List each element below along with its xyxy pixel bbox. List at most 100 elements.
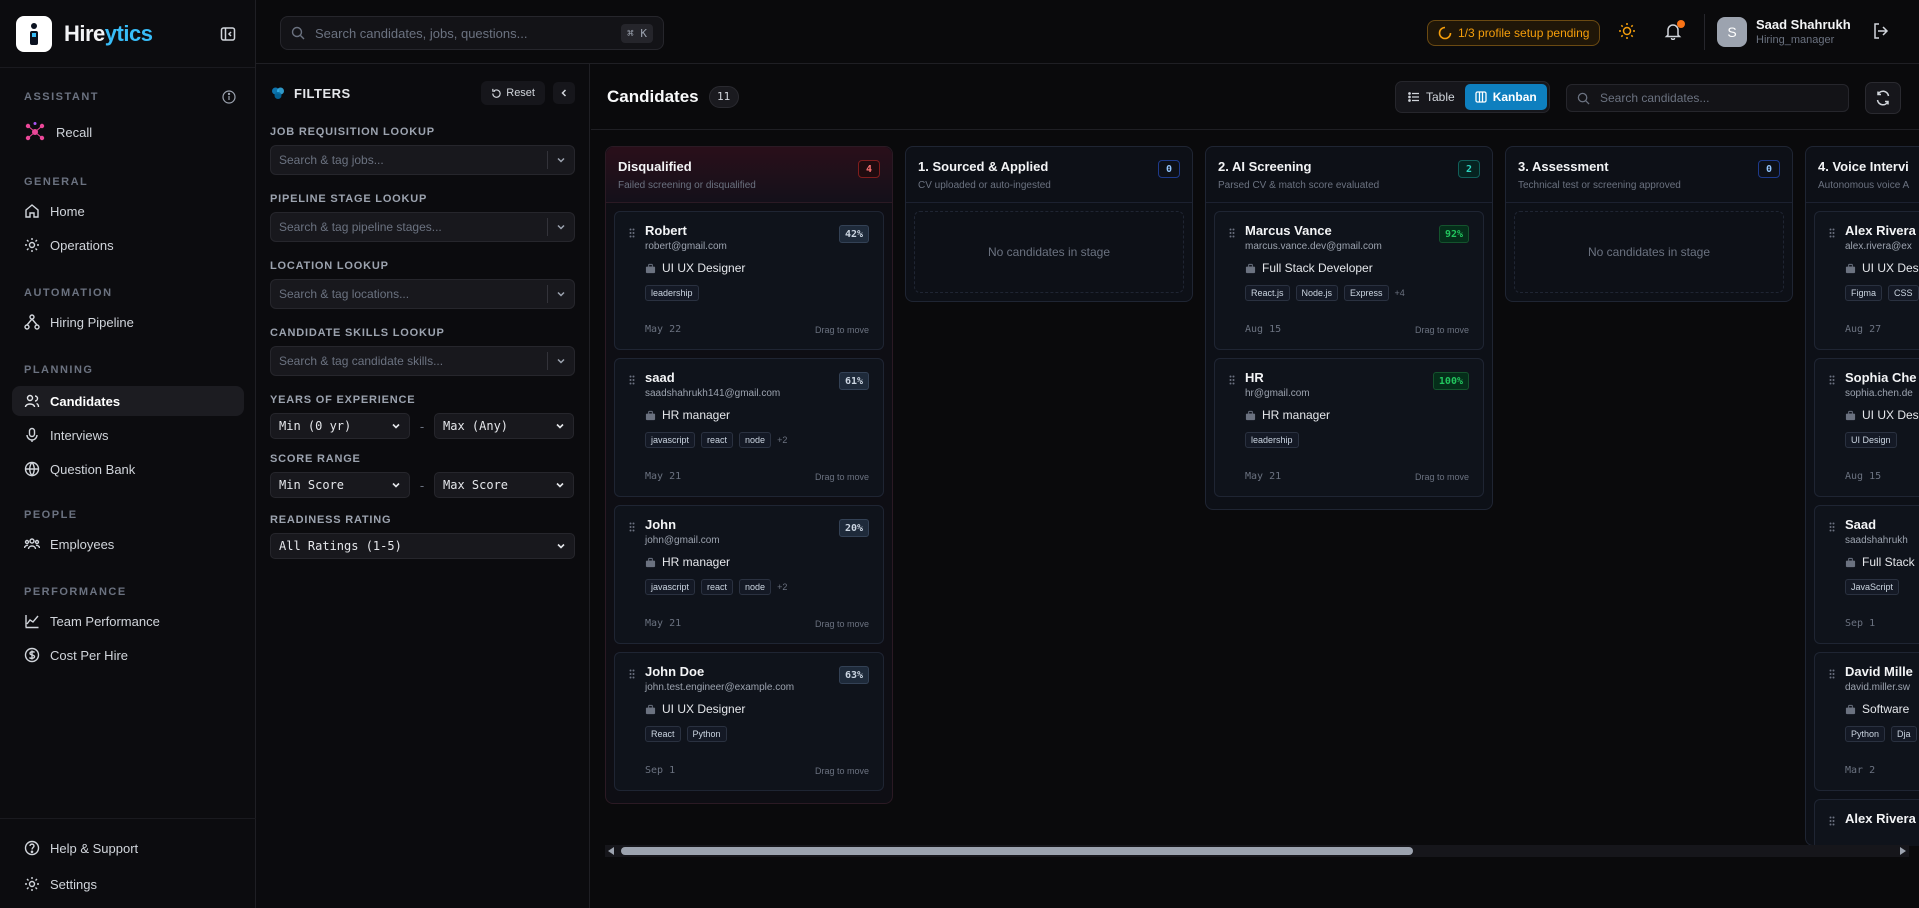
logo-icon[interactable] xyxy=(16,15,52,52)
drag-handle-icon[interactable] xyxy=(1829,522,1835,532)
candidate-card[interactable]: saad saadshahrukh141@gmail.com HR manager j… xyxy=(614,358,884,497)
logout-icon[interactable] xyxy=(1872,22,1890,43)
drag-handle-icon[interactable] xyxy=(1829,228,1835,238)
info-icon[interactable] xyxy=(222,90,236,104)
profile-setup-pill[interactable]: 1/3 profile setup pending xyxy=(1427,20,1601,46)
reset-button[interactable]: Reset xyxy=(481,81,545,105)
sidebar-divider xyxy=(0,818,256,819)
horizontal-scrollbar[interactable] xyxy=(605,845,1909,857)
empty-stage-dropzone[interactable]: No candidates in stage xyxy=(1514,211,1784,293)
briefcase-icon xyxy=(645,263,656,273)
candidate-email: sophia.chen.de xyxy=(1845,388,1913,399)
range-separator: - xyxy=(419,477,425,493)
candidate-card[interactable]: HR hr@gmail.com HR manager leadership May 21… xyxy=(1214,358,1484,497)
candidate-role: HR manager xyxy=(645,408,871,422)
candidate-card[interactable]: John Doe john.test.engineer@example.com UI… xyxy=(614,652,884,791)
sidebar-item-recall[interactable]: Recall xyxy=(12,117,244,147)
search-icon xyxy=(291,26,305,40)
candidate-role: UI UX Designer xyxy=(645,702,871,716)
sidebar-item-question-bank[interactable]: Question Bank xyxy=(12,454,244,484)
spinner-icon xyxy=(1438,26,1452,40)
kanban-column: 2. AI Screening Parsed CV & match score e… xyxy=(1205,146,1493,510)
sidebar-item-operations[interactable]: Operations xyxy=(12,230,244,260)
sidebar-item-help[interactable]: Help & Support xyxy=(12,833,244,863)
column-header: 1. Sourced & Applied CV uploaded or auto-… xyxy=(906,147,1192,203)
sidebar-item-home[interactable]: Home xyxy=(12,196,244,226)
refresh-button[interactable] xyxy=(1865,82,1901,114)
scrollbar-thumb[interactable] xyxy=(621,847,1413,855)
column-count-badge: 2 xyxy=(1458,160,1480,178)
sidebar-item-label: Home xyxy=(50,203,85,219)
shortcut-badge: ⌘ K xyxy=(621,23,653,43)
skill-tags: javascript react node +2 xyxy=(645,579,871,595)
user-name: Saad Shahrukh xyxy=(1756,17,1851,32)
sidebar: Hireytics ASSISTANT Recall GENERAL Home … xyxy=(0,0,256,908)
experience-max-select[interactable]: Max (Any) xyxy=(434,413,574,439)
theme-toggle-sun-icon[interactable] xyxy=(1618,22,1636,43)
candidate-role-label: UI UX Designer xyxy=(662,702,746,716)
candidate-card[interactable]: David Mille david.miller.sw Software Python… xyxy=(1814,652,1919,791)
candidate-card[interactable]: Alex Rivera alex.rivera@ex UI UX Des Figma C… xyxy=(1814,211,1919,350)
drag-handle-icon[interactable] xyxy=(629,228,635,238)
drag-handle-icon[interactable] xyxy=(1829,375,1835,385)
candidate-role-label: HR manager xyxy=(662,555,731,569)
main-content: Candidates 11 Table Kanban Search candid… xyxy=(591,64,1919,908)
drag-handle-icon[interactable] xyxy=(629,375,635,385)
column-subtitle: Parsed CV & match score evaluated xyxy=(1218,180,1380,191)
skill-tag: Python xyxy=(1845,726,1886,742)
scroll-left-arrow-icon[interactable] xyxy=(608,847,614,855)
collapse-filters-button[interactable] xyxy=(553,82,575,104)
candidate-card[interactable]: Marcus Vance marcus.vance.dev@gmail.com Fu… xyxy=(1214,211,1484,350)
sidebar-item-cost-per-hire[interactable]: Cost Per Hire xyxy=(12,640,244,670)
candidate-search-input[interactable]: Search candidates... xyxy=(1566,84,1849,112)
briefcase-icon xyxy=(1245,263,1256,273)
readiness-select[interactable]: All Ratings (1-5) xyxy=(270,533,575,559)
refresh-icon xyxy=(1876,90,1890,106)
view-table-button[interactable]: Table xyxy=(1398,84,1465,110)
view-kanban-button[interactable]: Kanban xyxy=(1464,84,1547,110)
candidate-role-label: UI UX Des xyxy=(1862,408,1919,422)
skills-lookup-input[interactable]: Search & tag candidate skills... xyxy=(270,346,575,376)
sidebar-item-employees[interactable]: Employees xyxy=(12,529,244,559)
brand-name: Hireytics xyxy=(64,20,153,46)
drag-handle-icon[interactable] xyxy=(1229,228,1235,238)
global-search-input[interactable]: Search candidates, jobs, questions... ⌘ … xyxy=(280,16,664,50)
section-label-automation: AUTOMATION xyxy=(24,287,113,299)
sidebar-item-interviews[interactable]: Interviews xyxy=(12,420,244,450)
experience-max-value: Max (Any) xyxy=(443,419,509,433)
collapse-sidebar-icon[interactable] xyxy=(217,23,239,45)
sidebar-item-team-performance[interactable]: Team Performance xyxy=(12,606,244,636)
column-header: 4. Voice Intervi Autonomous voice A xyxy=(1806,147,1919,203)
kanban-column: 1. Sourced & Applied CV uploaded or auto-… xyxy=(905,146,1193,302)
candidate-role: Software xyxy=(1845,702,1919,716)
candidate-card[interactable]: Saad saadshahrukh Full Stack JavaScript Sep … xyxy=(1814,505,1919,644)
experience-min-select[interactable]: Min (0 yr) xyxy=(270,413,410,439)
candidate-card[interactable]: Sophia Che sophia.chen.de UI UX Des UI Desi… xyxy=(1814,358,1919,497)
chevron-down-icon xyxy=(557,157,565,163)
sidebar-item-settings[interactable]: Settings xyxy=(12,869,244,899)
empty-stage-dropzone[interactable]: No candidates in stage xyxy=(914,211,1184,293)
sidebar-item-candidates[interactable]: Candidates xyxy=(12,386,244,416)
drag-handle-icon[interactable] xyxy=(629,669,635,679)
kanban-column: 4. Voice Intervi Autonomous voice A Alex R… xyxy=(1805,146,1919,846)
drag-handle-icon[interactable] xyxy=(1229,375,1235,385)
job-lookup-input[interactable]: Search & tag jobs... xyxy=(270,145,575,175)
stage-lookup-input[interactable]: Search & tag pipeline stages... xyxy=(270,212,575,242)
candidate-card[interactable]: Robert robert@gmail.com UI UX Designer lead… xyxy=(614,211,884,350)
drag-handle-icon[interactable] xyxy=(1829,816,1835,826)
sidebar-item-hiring-pipeline[interactable]: Hiring Pipeline xyxy=(12,307,244,337)
score-max-select[interactable]: Max Score xyxy=(434,472,574,498)
column-title: 4. Voice Intervi xyxy=(1818,159,1909,174)
candidate-card[interactable]: Alex Rivera xyxy=(1814,799,1919,846)
briefcase-icon xyxy=(1845,410,1856,420)
job-lookup-label: JOB REQUISITION LOOKUP xyxy=(270,126,435,138)
candidate-card[interactable]: John john@gmail.com HR manager javascript re… xyxy=(614,505,884,644)
scroll-right-arrow-icon[interactable] xyxy=(1900,847,1906,855)
score-min-select[interactable]: Min Score xyxy=(270,472,410,498)
drag-handle-icon[interactable] xyxy=(629,522,635,532)
candidate-search-placeholder: Search candidates... xyxy=(1600,91,1710,105)
avatar[interactable]: S xyxy=(1717,17,1747,47)
drag-handle-icon[interactable] xyxy=(1829,669,1835,679)
location-lookup-input[interactable]: Search & tag locations... xyxy=(270,279,575,309)
user-role: Hiring_manager xyxy=(1756,34,1835,46)
